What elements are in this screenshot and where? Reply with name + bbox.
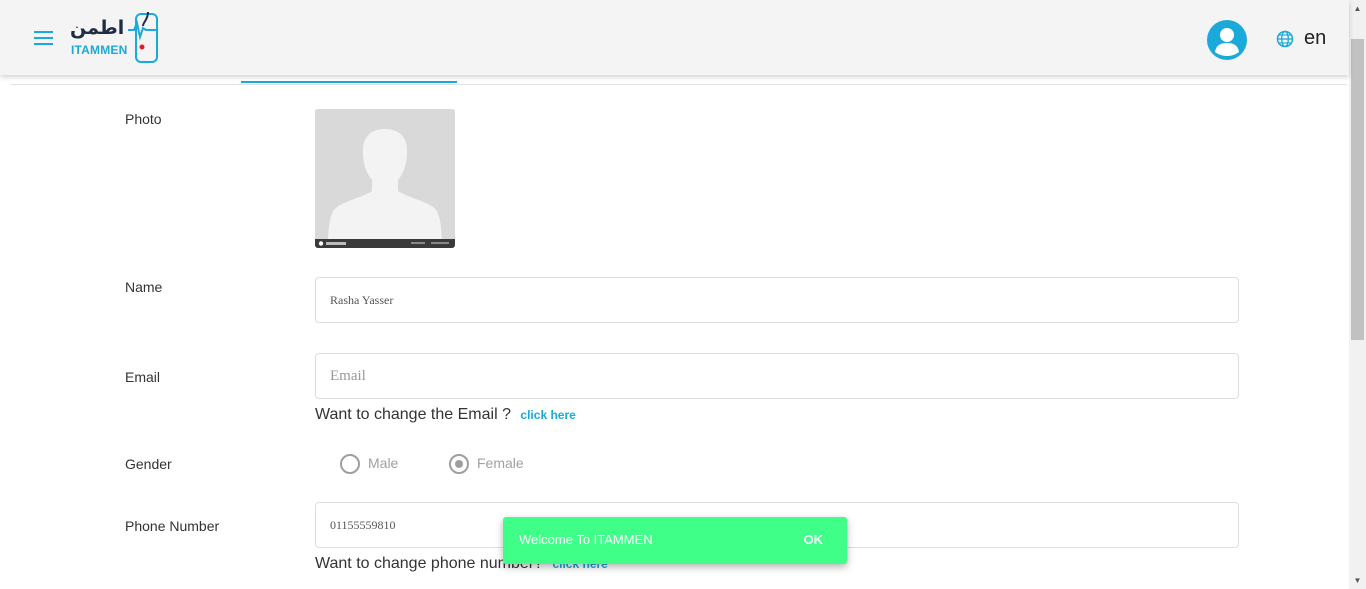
- radio-female-label: Female: [477, 455, 524, 471]
- name-input[interactable]: [315, 277, 1239, 323]
- name-label: Name: [125, 279, 163, 295]
- scroll-up-arrow-icon[interactable]: ▲: [1349, 0, 1366, 17]
- scroll-down-arrow-icon[interactable]: ▼: [1349, 572, 1366, 589]
- email-label: Email: [125, 369, 161, 385]
- person-silhouette-icon: [315, 109, 455, 248]
- email-input[interactable]: [315, 353, 1239, 399]
- scrollbar-thumb[interactable]: [1351, 39, 1364, 340]
- phone-label: Phone Number: [125, 518, 220, 534]
- globe-icon: [1276, 30, 1294, 48]
- gender-label: Gender: [125, 456, 172, 472]
- email-help-text: Want to change the Email ?: [315, 406, 511, 423]
- radio-male-circle: [340, 454, 360, 474]
- tab-divider: [11, 84, 1347, 85]
- welcome-toast: Welcome To ITAMMEN OK: [503, 517, 847, 564]
- toast-message: Welcome To ITAMMEN: [519, 532, 653, 547]
- profile-photo[interactable]: [315, 109, 455, 248]
- active-tab-indicator: [241, 81, 457, 83]
- radio-female-selected-dot: [455, 460, 463, 468]
- user-avatar[interactable]: [1207, 20, 1247, 60]
- logo-english-text: ITAMMEN: [71, 43, 128, 57]
- language-label: en: [1304, 27, 1327, 49]
- page-scrollbar[interactable]: ▲ ▼: [1349, 0, 1366, 589]
- logo-arabic-text: اطمن: [70, 17, 125, 39]
- top-header: اطمن ITAMMEN en: [0, 0, 1349, 75]
- menu-icon[interactable]: [34, 31, 54, 46]
- email-change-link[interactable]: click here: [520, 408, 575, 422]
- radio-female-circle: [449, 454, 469, 474]
- radio-male-label: Male: [368, 455, 399, 471]
- app-logo[interactable]: اطمن ITAMMEN: [70, 10, 162, 66]
- photo-label: Photo: [125, 111, 162, 127]
- toast-ok-button[interactable]: OK: [804, 532, 824, 547]
- email-change-help: Want to change the Email ? click here: [315, 406, 576, 424]
- stethoscope-phone-icon: [128, 11, 158, 63]
- user-icon: [1215, 28, 1239, 56]
